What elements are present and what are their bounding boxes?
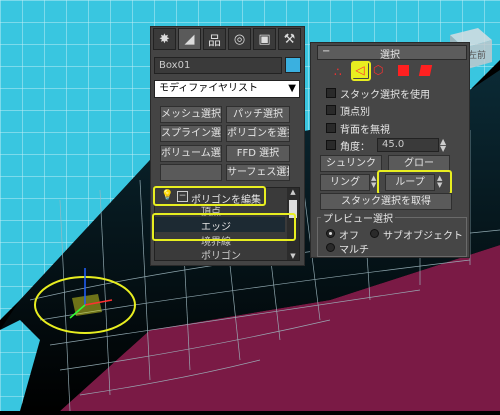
surface-select-button[interactable]: サーフェス選択 — [226, 164, 290, 181]
display-icon: ▣ — [258, 31, 271, 47]
angle-input[interactable]: 45.0 — [377, 138, 439, 152]
subobject-icons: ∴ ◁ ⬡ — [330, 62, 450, 82]
scroll-up-icon[interactable]: ▲ — [287, 188, 299, 196]
by-vertex-checkbox[interactable] — [326, 105, 336, 115]
by-vertex-label: 頂点別 — [340, 107, 370, 118]
shrink-button[interactable]: シュリンク — [320, 155, 382, 172]
ring-button[interactable]: リング — [320, 174, 370, 191]
rollout-title: 選択 — [380, 50, 400, 61]
collapse-rollout-icon[interactable]: − — [322, 46, 330, 57]
hierarchy-tab[interactable]: 品 — [203, 28, 226, 50]
ignore-backfacing-checkbox[interactable] — [326, 123, 336, 133]
stack-scrollbar[interactable]: ▲ ▼ — [287, 188, 299, 260]
create-tab[interactable]: ✸ — [153, 28, 176, 50]
use-stack-checkbox[interactable] — [326, 88, 336, 98]
chevron-down-icon: ▼ — [288, 83, 296, 94]
volume-select-button[interactable]: ボリューム選択 — [160, 145, 222, 162]
poly-select-button[interactable]: ポリゴンを選択 — [226, 125, 290, 142]
ring-spinner-icon[interactable]: ▲ ▼ — [371, 175, 376, 189]
scroll-down-icon[interactable]: ▼ — [287, 252, 299, 260]
lightbulb-icon[interactable]: 💡 — [161, 190, 173, 201]
angle-label: 角度： — [340, 142, 370, 153]
angle-checkbox[interactable] — [326, 140, 336, 150]
stack-item-border[interactable]: 境界線 — [201, 233, 231, 248]
modify-icon: ◢ — [184, 31, 195, 47]
empty-button[interactable] — [160, 164, 222, 181]
angle-spinner-icon[interactable]: ▲ ▼ — [440, 138, 446, 153]
motion-tab[interactable]: ◎ — [228, 28, 251, 50]
element-icon[interactable] — [418, 65, 433, 76]
modifier-list-dropdown[interactable]: モディファイヤリスト ▼ — [154, 80, 300, 98]
ffd-select-button[interactable]: FFD 選択 — [226, 145, 290, 162]
loop-spinner-icon[interactable]: ▲ ▼ — [437, 175, 442, 189]
border-icon[interactable]: ⬡ — [373, 63, 383, 77]
motion-icon: ◎ — [233, 31, 246, 47]
get-stack-selection-button[interactable]: スタック選択を取得 — [320, 193, 452, 210]
stack-item-vertex[interactable]: 頂点 — [201, 203, 221, 218]
stack-item-polygon[interactable]: ポリゴン — [201, 247, 241, 260]
rollout-header[interactable]: − 選択 — [317, 45, 467, 61]
hierarchy-icon: 品 — [207, 33, 221, 49]
preview-subobject-label: サブオブジェクト — [383, 231, 463, 242]
use-stack-label: スタック選択を使用 — [340, 90, 430, 101]
preview-selection-label: プレビュー選択 — [321, 210, 395, 225]
create-icon: ✸ — [159, 31, 170, 47]
object-color-swatch[interactable] — [285, 57, 301, 73]
grow-button[interactable]: グロー — [388, 155, 450, 172]
preview-off-label: オフ — [339, 231, 359, 242]
collapse-icon[interactable]: − — [177, 191, 188, 202]
display-tab[interactable]: ▣ — [253, 28, 276, 50]
loop-button[interactable]: ループ — [385, 174, 435, 191]
preview-multi-radio[interactable] — [326, 243, 335, 252]
ignore-backfacing-label: 背面を無視 — [340, 125, 390, 136]
stack-item-edge[interactable]: エッジ — [201, 218, 231, 233]
utilities-tab[interactable]: ⚒ — [278, 28, 301, 50]
mesh-select-button[interactable]: メッシュ選択 — [160, 106, 222, 123]
utilities-icon: ⚒ — [283, 31, 296, 47]
patch-select-button[interactable]: パッチ選択 — [226, 106, 290, 123]
modifier-list-label: モディファイヤリスト — [159, 83, 258, 94]
spline-select-button[interactable]: スプライン選択 — [160, 125, 222, 142]
viewcube-label[interactable]: 左前 — [468, 48, 486, 61]
polygon-icon[interactable] — [398, 65, 409, 76]
preview-off-radio[interactable] — [326, 229, 335, 238]
vertex-icon[interactable]: ∴ — [334, 65, 342, 79]
scroll-thumb[interactable] — [289, 200, 297, 218]
object-name-field[interactable]: Box01 — [154, 57, 282, 74]
modifier-stack[interactable]: 💡 − ポリゴンを編集 頂点 エッジ 境界線 ポリゴン 要素 ▲ ▼ — [154, 187, 300, 261]
edge-icon[interactable]: ◁ — [352, 62, 368, 78]
command-panel-tabs: ✸ ◢ 品 ◎ ▣ ⚒ — [153, 28, 303, 52]
preview-subobject-radio[interactable] — [370, 229, 379, 238]
stack-root-item[interactable]: 💡 − ポリゴンを編集 — [155, 190, 285, 206]
modify-tab[interactable]: ◢ — [178, 28, 201, 50]
preview-multi-label: マルチ — [339, 245, 369, 256]
